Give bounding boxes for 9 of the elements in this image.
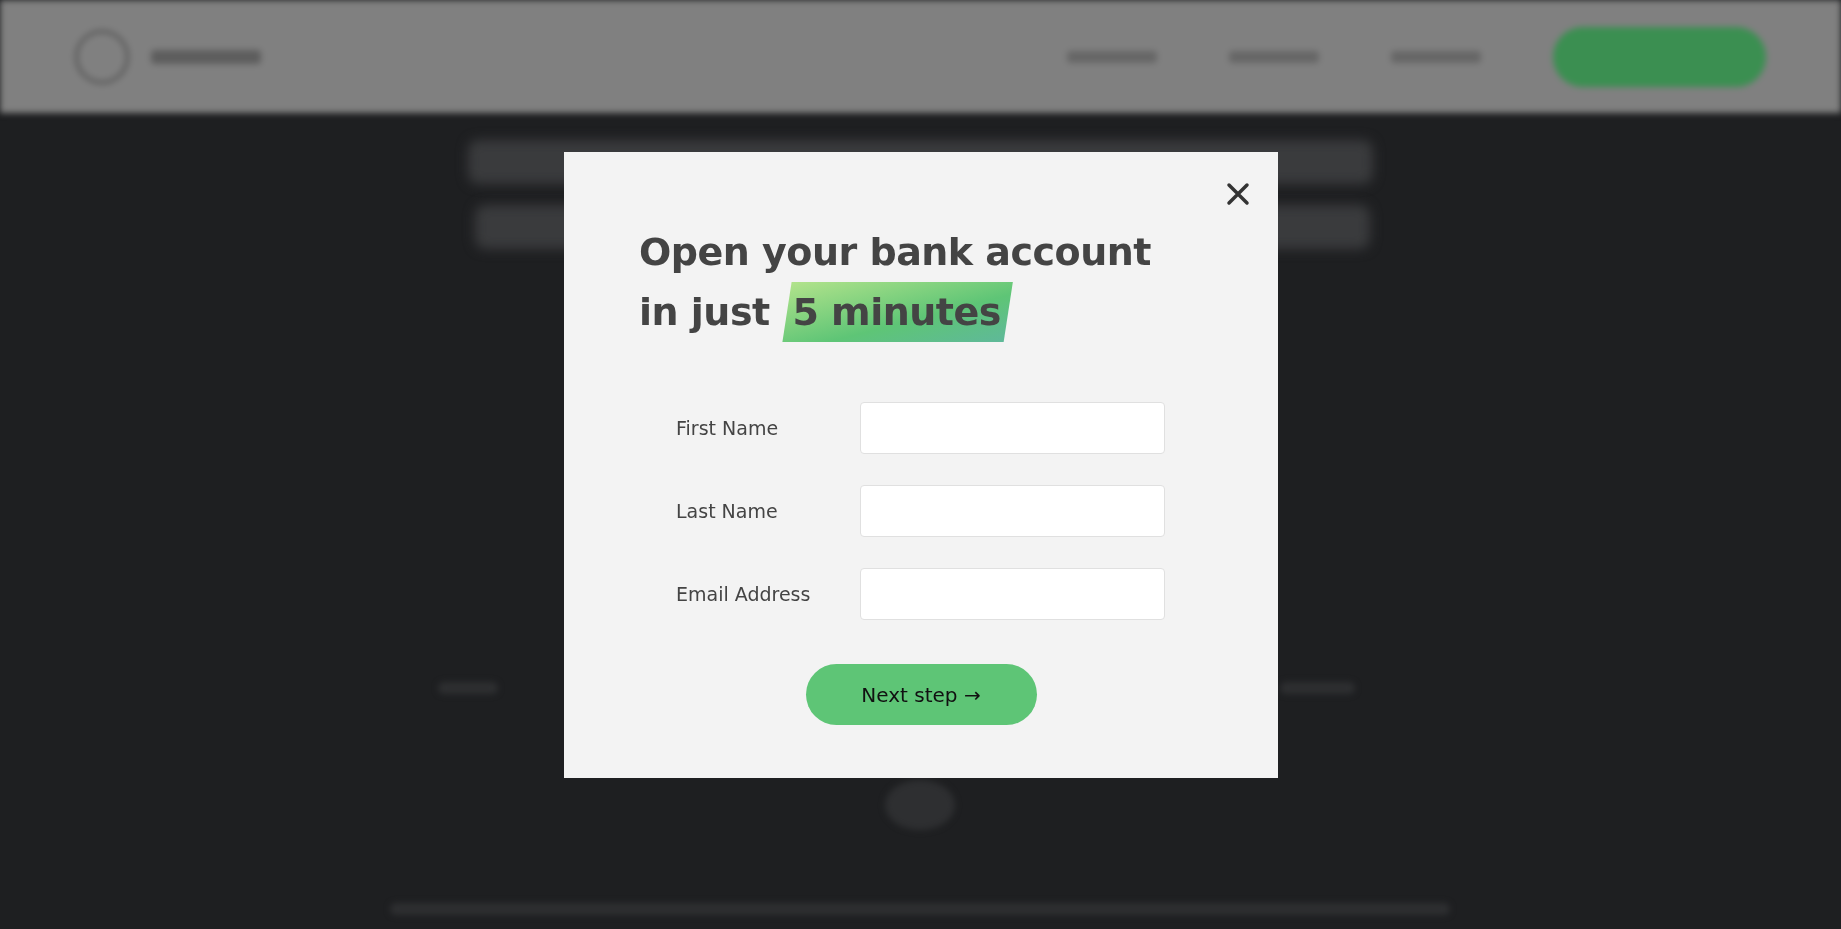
field-label: First Name <box>676 417 780 439</box>
close-icon[interactable] <box>1226 182 1250 206</box>
input-field[interactable] <box>860 485 1165 537</box>
field-label: Email Address <box>676 583 812 605</box>
input-field[interactable] <box>860 568 1165 620</box>
next-step-button[interactable]: Next step → <box>805 664 1037 725</box>
field-label: Last Name <box>676 500 779 522</box>
modal-heading: Open your bank account in just 5 minutes <box>639 222 1199 342</box>
input-field[interactable] <box>860 402 1165 454</box>
